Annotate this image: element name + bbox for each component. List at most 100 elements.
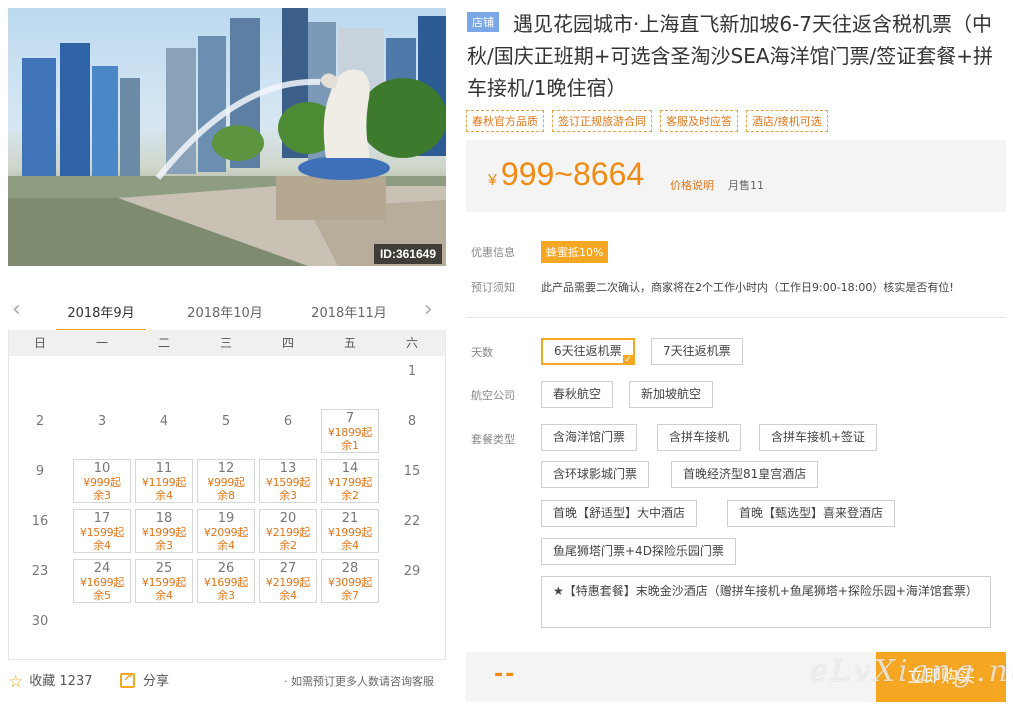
day-remaining: 余3	[217, 589, 235, 602]
day-price: ¥1599起	[265, 476, 311, 489]
calendar-day: 30	[9, 606, 71, 656]
calendar-day-available[interactable]: 21 ¥1999起 余4	[321, 509, 379, 553]
day-number: 23	[31, 564, 49, 579]
price-explanation-link[interactable]: 价格说明	[670, 177, 714, 193]
day-number: 25	[155, 561, 173, 576]
day-number: 13	[279, 461, 297, 476]
calendar-day-available[interactable]: 18 ¥1999起 余3	[135, 509, 193, 553]
booking-notice: 此产品需要二次确认，商家将在2个工作小时内（工作日9:00-18:00）核实是否…	[541, 281, 954, 294]
calendar-blank-cell	[257, 356, 319, 406]
day-number: 24	[93, 561, 111, 576]
share-label: 分享	[143, 674, 170, 689]
calendar-day-available[interactable]: 7 ¥1899起 余1	[321, 409, 379, 453]
day-remaining: 余2	[341, 489, 359, 502]
day-price: ¥1599起	[79, 526, 125, 539]
day-number: 11	[155, 461, 173, 476]
calendar-day-available[interactable]: 25 ¥1599起 余4	[135, 559, 193, 603]
day-price: ¥2199起	[265, 526, 311, 539]
calendar-day: 2	[9, 406, 71, 456]
calendar-day-available[interactable]: 10 ¥999起 余3	[73, 459, 131, 503]
day-number: 28	[341, 561, 359, 576]
product-tag: 春秋官方品质	[466, 110, 544, 132]
option-airline-singapore[interactable]: 新加坡航空	[629, 381, 714, 408]
day-number: 12	[217, 461, 235, 476]
calendar-day: 3	[71, 406, 133, 456]
product-hero-image: ID:361649	[8, 8, 446, 266]
day-number: 10	[93, 461, 111, 476]
tab-month-september[interactable]: 2018年9月	[56, 302, 146, 332]
day-number: 26	[217, 561, 235, 576]
day-price: ¥1699起	[79, 576, 125, 589]
option-package-aquarium[interactable]: 含海洋馆门票	[541, 424, 638, 451]
day-number: 2	[35, 414, 45, 429]
calendar-day-available[interactable]: 13 ¥1599起 余3	[259, 459, 317, 503]
option-package-sheraton[interactable]: 首晚【甄选型】喜来登酒店	[727, 500, 896, 527]
option-package-pickup-visa[interactable]: 含拼车接机+签证	[759, 424, 878, 451]
option-package-81-hotel[interactable]: 首晚经济型81皇宫酒店	[671, 461, 819, 488]
option-package-special-mbs[interactable]: ★【特惠套餐】末晚金沙酒店（赠拼车接机+鱼尾狮塔+探险乐园+海洋馆套票）	[541, 576, 991, 628]
tab-month-october[interactable]: 2018年10月	[180, 302, 270, 321]
calendar-days-grid: 1 2 3 4 5 6 7 ¥1899起 余1 8 9 10 ¥999起 余3 11 ¥1199起 余4 12 ¥9…	[9, 356, 445, 656]
option-days-7[interactable]: 7天往返机票	[651, 338, 743, 365]
calendar-blank-cell	[9, 356, 71, 406]
favorite-count: 1237	[59, 674, 93, 689]
day-number: 8	[407, 414, 417, 429]
product-tag: 签订正规旅游合同	[552, 110, 652, 132]
day-remaining: 余4	[217, 539, 235, 552]
calendar-day-available[interactable]: 28 ¥3099起 余7	[321, 559, 379, 603]
share-button[interactable]: 分享	[120, 670, 169, 689]
weekday-label: 六	[405, 336, 418, 350]
calendar-blank-cell	[133, 356, 195, 406]
day-number: 1	[407, 364, 417, 379]
product-id-badge: ID:361649	[373, 244, 442, 264]
chevron-left-icon[interactable]: ‹	[12, 299, 28, 322]
day-price: ¥999起	[83, 476, 121, 489]
calendar-day-available[interactable]: 20 ¥2199起 余2	[259, 509, 317, 553]
day-number: 20	[279, 511, 297, 526]
discount-badge: 蜂蜜抵10%	[541, 241, 609, 263]
weekday-label: 四	[281, 336, 294, 350]
calendar-day-available[interactable]: 26 ¥1699起 余3	[197, 559, 255, 603]
option-package-universal[interactable]: 含环球影城门票	[541, 461, 650, 488]
favorite-button[interactable]: ☆ 收藏 1237	[8, 670, 93, 692]
day-number: 27	[279, 561, 297, 576]
day-remaining: 余3	[279, 489, 297, 502]
calendar-day: 1	[381, 356, 443, 406]
day-price: ¥2099起	[203, 526, 249, 539]
option-package-pickup[interactable]: 含拼车接机	[657, 424, 742, 451]
section-divider	[466, 317, 1006, 318]
weekday-label: 日	[33, 336, 46, 350]
calendar-day: 6	[257, 406, 319, 456]
day-number: 14	[341, 461, 359, 476]
calendar-day: 4	[133, 406, 195, 456]
day-remaining: 余5	[93, 589, 111, 602]
calendar-day-available[interactable]: 11 ¥1199起 余4	[135, 459, 193, 503]
product-title: 遇见花园城市·上海直飞新加坡6-7天往返含税机票（中秋/国庆正班期+可选含圣淘沙…	[467, 12, 994, 100]
calendar-day-available[interactable]: 24 ¥1699起 余5	[73, 559, 131, 603]
calendar-day-available[interactable]: 14 ¥1799起 余2	[321, 459, 379, 503]
monthly-sales: 月售11	[728, 179, 764, 192]
day-remaining: 余1	[341, 439, 359, 452]
calendar-blank-cell	[195, 356, 257, 406]
day-number: 3	[97, 414, 107, 429]
option-days-6[interactable]: 6天往返机票	[541, 338, 635, 365]
chevron-right-icon[interactable]: ›	[424, 299, 440, 322]
day-remaining: 余4	[279, 589, 297, 602]
calendar-day: 23	[9, 556, 71, 606]
option-airline-spring[interactable]: 春秋航空	[541, 381, 614, 408]
calendar-day-available[interactable]: 17 ¥1599起 余4	[73, 509, 131, 553]
day-number: 7	[345, 411, 355, 426]
calendar-day: 22	[381, 506, 443, 556]
option-package-comfort-hotel[interactable]: 首晚【舒适型】大中酒店	[541, 500, 698, 527]
calendar-blank-cell	[71, 356, 133, 406]
calendar-day: 8	[381, 406, 443, 456]
calendar-day-available[interactable]: 12 ¥999起 余8	[197, 459, 255, 503]
store-badge[interactable]: 店铺	[467, 12, 499, 32]
weekday-label: 五	[343, 336, 356, 350]
buy-now-button[interactable]: 立即购买	[876, 652, 1006, 702]
option-package-merlion-4d[interactable]: 鱼尾狮塔门票+4D探险乐园门票	[541, 538, 736, 565]
calendar-day-available[interactable]: 19 ¥2099起 余4	[197, 509, 255, 553]
day-number: 4	[159, 414, 169, 429]
tab-month-november[interactable]: 2018年11月	[304, 302, 394, 321]
calendar-day-available[interactable]: 27 ¥2199起 余4	[259, 559, 317, 603]
